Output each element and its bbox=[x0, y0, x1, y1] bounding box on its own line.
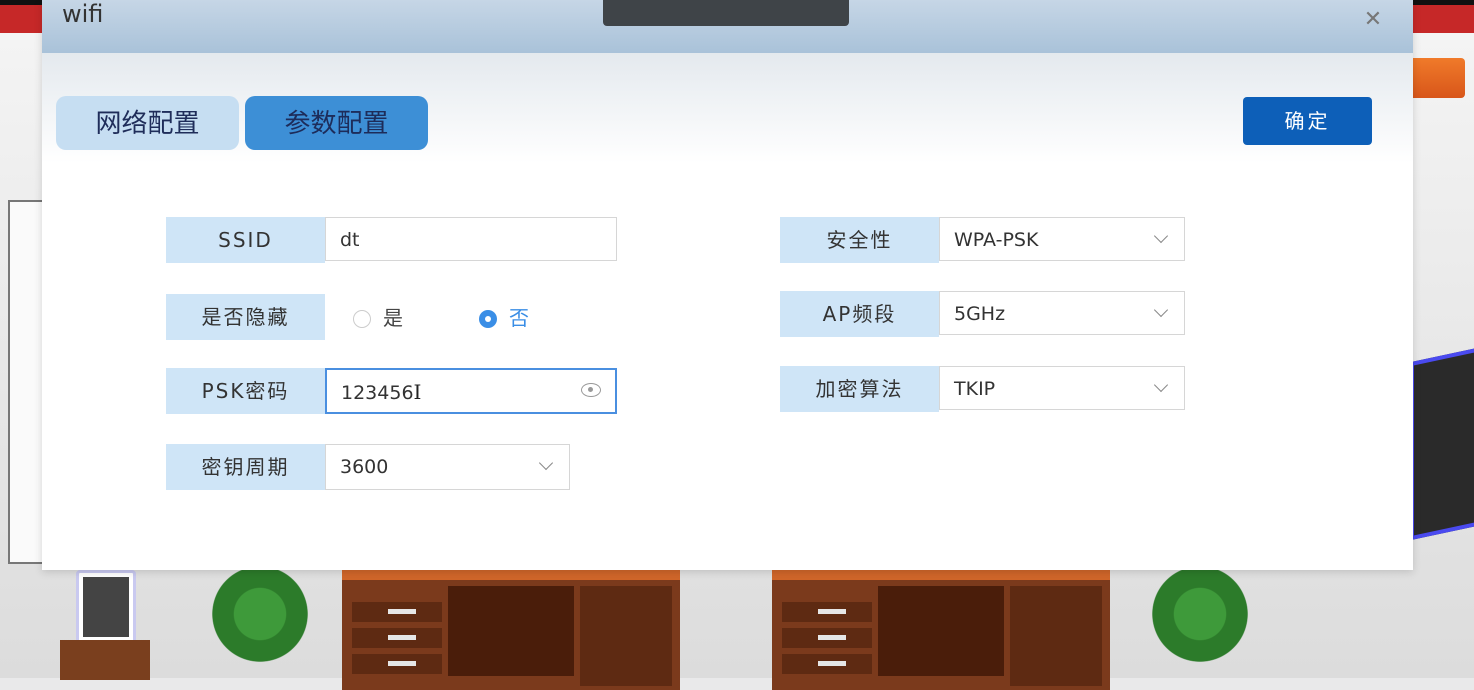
background-desk bbox=[342, 570, 680, 690]
background-stool bbox=[60, 640, 150, 680]
psk-label: PSK密码 bbox=[166, 368, 325, 414]
confirm-button[interactable]: 确定 bbox=[1243, 97, 1372, 145]
security-select[interactable]: WPA-PSK bbox=[939, 217, 1185, 261]
hidden-no-radio[interactable]: 否 bbox=[479, 302, 529, 331]
encryption-value: TKIP bbox=[954, 378, 996, 400]
background-plant bbox=[205, 570, 315, 680]
hidden-yes-label: 是 bbox=[383, 306, 403, 330]
background-plant bbox=[1145, 570, 1255, 680]
encryption-label: 加密算法 bbox=[780, 366, 939, 412]
close-icon[interactable]: ✕ bbox=[1361, 8, 1385, 32]
chevron-down-icon bbox=[1153, 377, 1169, 393]
radio-checked-icon bbox=[479, 310, 497, 328]
security-value: WPA-PSK bbox=[954, 229, 1039, 251]
dialog-title: wifi bbox=[62, 0, 104, 28]
exit-fullscreen-hint bbox=[603, 0, 849, 26]
eye-icon[interactable] bbox=[581, 383, 601, 397]
encryption-select[interactable]: TKIP bbox=[939, 366, 1185, 410]
ap-band-label: AP频段 bbox=[780, 291, 939, 337]
background-screen bbox=[1410, 347, 1474, 541]
background-phone bbox=[76, 570, 136, 648]
key-period-label: 密钥周期 bbox=[166, 444, 325, 490]
tab-network-config[interactable]: 网络配置 bbox=[56, 96, 239, 150]
ssid-input[interactable]: dt bbox=[325, 217, 617, 261]
wifi-dialog: wifi ✕ 网络配置 参数配置 确定 SSID dt 是否隐藏 是 否 PSK… bbox=[42, 0, 1413, 570]
psk-password-input[interactable]: 123456I bbox=[325, 368, 617, 414]
hidden-yes-radio[interactable]: 是 bbox=[353, 302, 403, 331]
psk-value: 123456 bbox=[341, 382, 414, 404]
key-period-select[interactable]: 3600 bbox=[325, 444, 570, 490]
hidden-no-label: 否 bbox=[509, 306, 529, 330]
security-label: 安全性 bbox=[780, 217, 939, 263]
background-desk bbox=[772, 570, 1110, 690]
text-cursor-icon: I bbox=[413, 380, 422, 404]
ap-band-select[interactable]: 5GHz bbox=[939, 291, 1185, 335]
chevron-down-icon bbox=[1153, 302, 1169, 318]
ssid-label: SSID bbox=[166, 217, 325, 263]
radio-icon bbox=[353, 310, 371, 328]
chevron-down-icon bbox=[538, 455, 554, 471]
chevron-down-icon bbox=[1153, 228, 1169, 244]
ap-band-value: 5GHz bbox=[954, 303, 1006, 325]
hidden-label: 是否隐藏 bbox=[166, 294, 325, 340]
tab-parameter-config[interactable]: 参数配置 bbox=[245, 96, 428, 150]
key-period-value: 3600 bbox=[340, 456, 389, 478]
